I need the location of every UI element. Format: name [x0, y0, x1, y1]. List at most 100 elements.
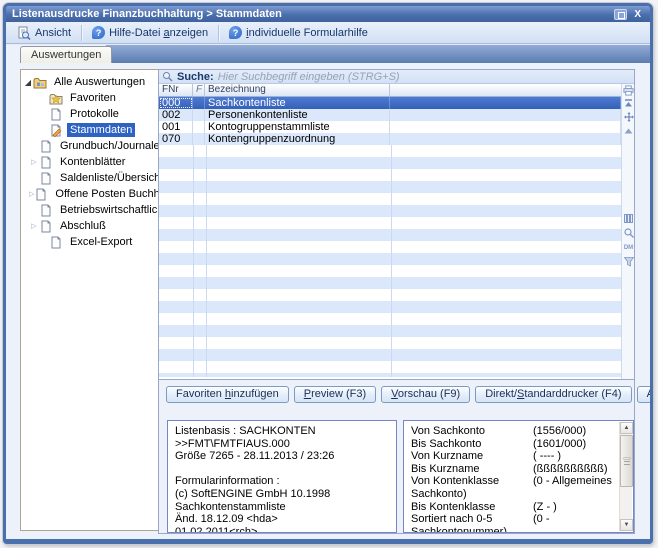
sidebar-item-alle-auswertungen[interactable]: ◢ Alle Auswertungen — [21, 74, 158, 90]
tab-auswertungen[interactable]: Auswertungen — [20, 46, 112, 63]
tree-label: Betriebswirtschaftliche Auswertungen — [57, 203, 159, 217]
action-bar: Favoriten hinzufügen Preview (F3) Vorsch… — [166, 386, 653, 403]
table-row[interactable]: 002 Personenkontenliste — [159, 109, 621, 121]
info-value: (0 - — [533, 513, 617, 526]
cell-f — [193, 133, 205, 145]
tabstrip: Auswertungen — [6, 45, 650, 63]
selection-info-panel: Von Sachkonto(1556/000) Bis Sachkonto(16… — [403, 420, 634, 533]
scroll-down-icon[interactable]: ▼ — [620, 519, 633, 531]
cell-empty — [390, 97, 621, 109]
column-header-empty[interactable] — [390, 84, 621, 96]
cell-bezeichnung: Sachkontenliste — [205, 97, 390, 109]
info-label: Von Sachkonto — [411, 425, 533, 438]
toolbar-separator — [218, 25, 219, 41]
table-empty-rows — [159, 145, 621, 377]
column-header-fnr[interactable]: FNr — [159, 84, 193, 96]
info-value — [533, 526, 617, 533]
scroll-up-icon[interactable] — [623, 125, 634, 137]
sidebar-item-betriebswirtschaftliche[interactable]: Betriebswirtschaftliche Auswertungen — [21, 202, 158, 218]
sidebar-item-protokolle[interactable]: Protokolle — [21, 106, 158, 122]
column-header-f[interactable]: F — [193, 84, 205, 96]
info-label: Sortiert nach 0-5 — [411, 513, 533, 526]
sidebar-item-stammdaten[interactable]: Stammdaten — [21, 122, 158, 138]
table-row[interactable]: 000 Sachkontenliste — [159, 97, 621, 109]
expand-icon[interactable]: ▷ — [29, 158, 39, 166]
document-icon — [39, 156, 53, 169]
list-info-panel: Listenbasis : SACHKONTEN >>FMT\FMTFIAUS.… — [167, 420, 397, 533]
window-controls: X — [614, 9, 644, 20]
info-label: Von Kontenklasse — [411, 475, 533, 488]
form-help-button[interactable]: ? individuelle Formularhilfe — [222, 23, 375, 42]
info-label: Bis Sachkonto — [411, 438, 533, 451]
dm-icon[interactable]: DM — [623, 242, 634, 254]
info-line: >>FMT\FMTFIAUS.000 — [175, 438, 389, 451]
tree-label: Grundbuch/Journale — [57, 139, 159, 153]
printer-icon[interactable] — [623, 84, 634, 96]
tree-label: Protokolle — [67, 107, 122, 121]
zoom-icon[interactable] — [623, 227, 634, 239]
sidebar-item-favoriten[interactable]: Favoriten — [21, 90, 158, 106]
grid-line — [193, 145, 194, 377]
help-icon: ? — [229, 26, 242, 39]
sidebar-item-grundbuch-journale[interactable]: Grundbuch/Journale — [21, 138, 158, 154]
help-file-button[interactable]: ? Hilfe-Datei anzeigen — [85, 23, 215, 42]
sidebar-item-kontenblaetter[interactable]: ▷ Kontenblätter — [21, 154, 158, 170]
tree-label: Favoriten — [67, 91, 119, 105]
scrollbar-thumb[interactable] — [620, 435, 633, 487]
columns-icon[interactable] — [623, 212, 634, 224]
document-icon — [49, 236, 63, 249]
close-icon[interactable]: X — [631, 9, 644, 20]
table-row[interactable]: 070 Kontengruppenzuordnung — [159, 133, 621, 145]
favorites-icon — [49, 92, 63, 105]
info-value: (Z - ) — [533, 501, 617, 514]
collapse-icon[interactable]: ◢ — [23, 78, 33, 87]
direct-printer-f4-button[interactable]: Direkt/Standarddrucker (F4) — [475, 386, 631, 403]
move-icon[interactable] — [623, 111, 634, 123]
sidebar-item-abschluss[interactable]: ▷ Abschluß — [21, 218, 158, 234]
cell-f — [193, 121, 205, 133]
tabstrip-band — [106, 45, 650, 63]
vorschau-f9-button[interactable]: Vorschau (F9) — [381, 386, 470, 403]
restore-icon[interactable] — [614, 9, 627, 20]
info-value — [533, 488, 617, 501]
info-label: Sachkontonummer) — [411, 526, 533, 533]
cell-fnr: 000 — [159, 97, 193, 109]
form-help-label: individuelle Formularhilfe — [246, 27, 368, 39]
filter-icon[interactable] — [623, 256, 634, 268]
sidebar-item-offene-posten[interactable]: ▷ Offene Posten Buchhaltung — [21, 186, 158, 202]
print-report-button[interactable]: Auswertung drucken — [637, 386, 653, 403]
info-value: (1556/000) — [533, 425, 617, 438]
document-icon — [39, 220, 53, 233]
info-line: (c) SoftENGINE GmbH 10.1998 — [175, 488, 389, 501]
table-row[interactable]: 001 Kontogruppenstammliste — [159, 121, 621, 133]
document-icon — [34, 188, 48, 201]
column-header-bezeichnung[interactable]: Bezeichnung — [205, 84, 390, 96]
cell-fnr: 001 — [159, 121, 193, 133]
preview-f3-button[interactable]: Preview (F3) — [294, 386, 376, 403]
sidebar-item-excel-export[interactable]: Excel-Export — [21, 234, 158, 250]
expand-icon[interactable]: ▷ — [29, 222, 39, 230]
cell-bezeichnung: Kontengruppenzuordnung — [205, 133, 390, 145]
ansicht-button[interactable]: Ansicht — [10, 23, 78, 43]
scroll-up-icon[interactable]: ▲ — [620, 422, 633, 434]
help-icon: ? — [92, 26, 105, 39]
add-favorites-button[interactable]: Favoriten hinzufügen — [166, 386, 289, 403]
toolbar: Ansicht ? Hilfe-Datei anzeigen ? individ… — [6, 22, 650, 44]
scrollbar[interactable]: ▲ ▼ — [619, 422, 632, 531]
search-input[interactable] — [218, 71, 631, 83]
info-label: Bis Kurzname — [411, 463, 533, 476]
selection-info-grid: Von Sachkonto(1556/000) Bis Sachkonto(16… — [411, 425, 617, 533]
report-table: Suche: FNr F Bezeichnung 000 Sac — [159, 70, 634, 380]
cell-f — [193, 109, 205, 121]
table-rows: 000 Sachkontenliste 002 Personenkontenli… — [159, 97, 621, 379]
info-line: Sachkontenstammliste — [175, 501, 389, 514]
cell-empty — [390, 109, 621, 121]
search-bar: Suche: — [159, 70, 634, 84]
app-window: Listenausdrucke Finanzbuchhaltung > Stam… — [3, 3, 653, 544]
tree-label: Kontenblätter — [57, 155, 128, 169]
preview-icon — [17, 26, 31, 40]
scroll-top-icon[interactable] — [623, 98, 634, 110]
info-value: (0 - Allgemeines — [533, 475, 617, 488]
info-label: Bis Kontenklasse — [411, 501, 533, 514]
sidebar-item-saldenliste[interactable]: Saldenliste/Übersicht — [21, 170, 158, 186]
